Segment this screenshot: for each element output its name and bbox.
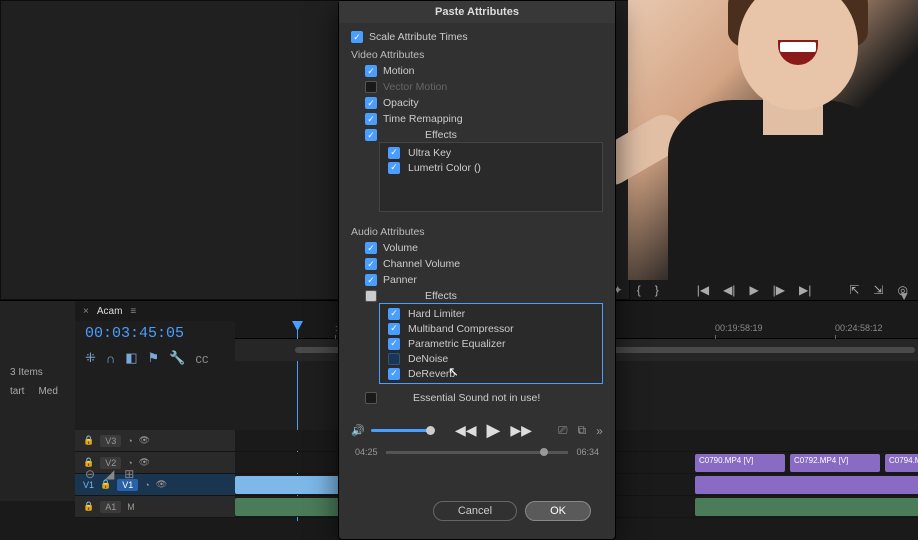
mark-out-icon[interactable]: } [655,283,659,297]
timeline-tools: ⁜ ∩ ◧ ⚑ 🔧 cc [75,346,235,370]
audio-effects-checkbox[interactable] [365,290,377,302]
multiband-compressor-checkbox[interactable] [388,323,400,335]
volume-icon[interactable]: 🔊 [351,424,365,437]
filter-icon[interactable]: ▼ [898,289,910,303]
time-remapping-checkbox[interactable] [365,113,377,125]
pip-icon[interactable]: ⧉ [577,423,586,438]
more-icon[interactable]: » [596,424,603,438]
video-effects-checkbox[interactable] [365,129,377,141]
marker-tool-icon[interactable]: ◧ [125,350,137,366]
media-time-current: 04:25 [355,447,378,457]
lift-icon[interactable]: ⇱ [849,283,859,297]
sequence-tab[interactable]: Acam [97,306,123,317]
paste-attributes-dialog: Paste Attributes Scale Attribute Times V… [338,0,616,540]
essential-sound-checkbox[interactable] [365,392,377,404]
clip[interactable]: C0790.MP4 [V] [695,454,785,472]
track-header-v3[interactable]: 🔒 V3 ◔ 👁 [75,430,235,451]
media-scrubber[interactable] [386,451,569,454]
clip[interactable]: C0794.MP [885,454,918,472]
go-to-in-icon[interactable]: |◀ [697,283,709,297]
channel-volume-checkbox[interactable] [365,258,377,270]
tool-icon[interactable]: ◢ [105,467,114,481]
video-attributes-label: Video Attributes [351,45,603,63]
toggle-output-icon[interactable]: ◔ [127,436,132,446]
hard-limiter-checkbox[interactable] [388,308,400,320]
play-icon[interactable]: ▶ [484,420,502,441]
tool-icon[interactable]: ⊞ [124,467,134,481]
denoise-checkbox[interactable] [388,353,400,365]
audio-effects-list: Hard Limiter Multiband Compressor Parame… [379,303,603,384]
cancel-button[interactable]: Cancel [433,501,517,521]
linked-selection-icon[interactable]: ∩ [106,351,115,366]
panel-menu-icon[interactable]: ≡ [130,306,136,317]
lock-icon[interactable]: 🔒 [83,435,94,446]
rewind-icon[interactable]: ◀◀ [453,422,479,439]
lumetri-color-checkbox[interactable] [388,162,400,174]
media-controls: 🔊 ◀◀ ▶ ▶▶ ⎚ ⧉ » 04:25 06:34 [351,416,603,461]
lock-icon[interactable]: 🔒 [83,501,94,512]
ultra-key-checkbox[interactable] [388,147,400,159]
project-panel: 3 Items tart Med [0,301,75,501]
fast-forward-icon[interactable]: ▶▶ [508,422,534,439]
wrench-icon[interactable]: 🔧 [169,350,185,366]
vector-motion-checkbox [365,81,377,93]
opacity-checkbox[interactable] [365,97,377,109]
audio-clip[interactable] [695,498,918,516]
cc-icon[interactable]: cc [195,351,208,366]
clip[interactable]: C0792.MP4 [V] [790,454,880,472]
play-icon[interactable]: ▶ [749,283,758,297]
mark-in-icon[interactable]: { [637,283,641,297]
video-effects-list: Ultra Key Lumetri Color () [379,142,603,212]
ok-button[interactable]: OK [525,501,591,521]
audio-attributes-label: Audio Attributes [351,222,603,240]
go-to-out-icon[interactable]: ▶| [799,283,811,297]
volume-slider[interactable] [371,429,431,432]
scale-attribute-times-checkbox[interactable] [351,31,363,43]
transport-controls: ✦ { } |◀ ◀| ▶ |▶ ▶| ⇱ ⇲ ◎ [613,278,908,302]
step-forward-icon[interactable]: |▶ [773,283,785,297]
dereverb-checkbox[interactable] [388,368,400,380]
step-back-icon[interactable]: ◀| [723,283,735,297]
mute-icon[interactable]: M [127,502,135,512]
cast-icon[interactable]: ⎚ [558,423,568,438]
eye-icon[interactable]: 👁 [139,435,150,446]
motion-checkbox[interactable] [365,65,377,77]
items-count: 3 Items [6,307,69,378]
dialog-title: Paste Attributes [339,1,615,23]
snap-icon[interactable]: ⁜ [85,350,96,366]
track-header-a1[interactable]: 🔒 A1 M [75,496,235,517]
extract-icon[interactable]: ⇲ [873,283,883,297]
cursor-icon: ↖ [448,364,459,380]
program-monitor [628,0,918,280]
settings-icon[interactable]: ⚑ [148,350,160,366]
zoom-out-icon[interactable]: ⊖ [85,467,95,481]
clip[interactable] [695,476,918,494]
close-icon[interactable]: × [83,306,89,317]
parametric-equalizer-checkbox[interactable] [388,338,400,350]
current-timecode[interactable]: 00:03:45:05 [75,321,235,346]
media-time-total: 06:34 [576,447,599,457]
scale-attribute-times-label: Scale Attribute Times [369,31,468,43]
panner-checkbox[interactable] [365,274,377,286]
volume-checkbox[interactable] [365,242,377,254]
